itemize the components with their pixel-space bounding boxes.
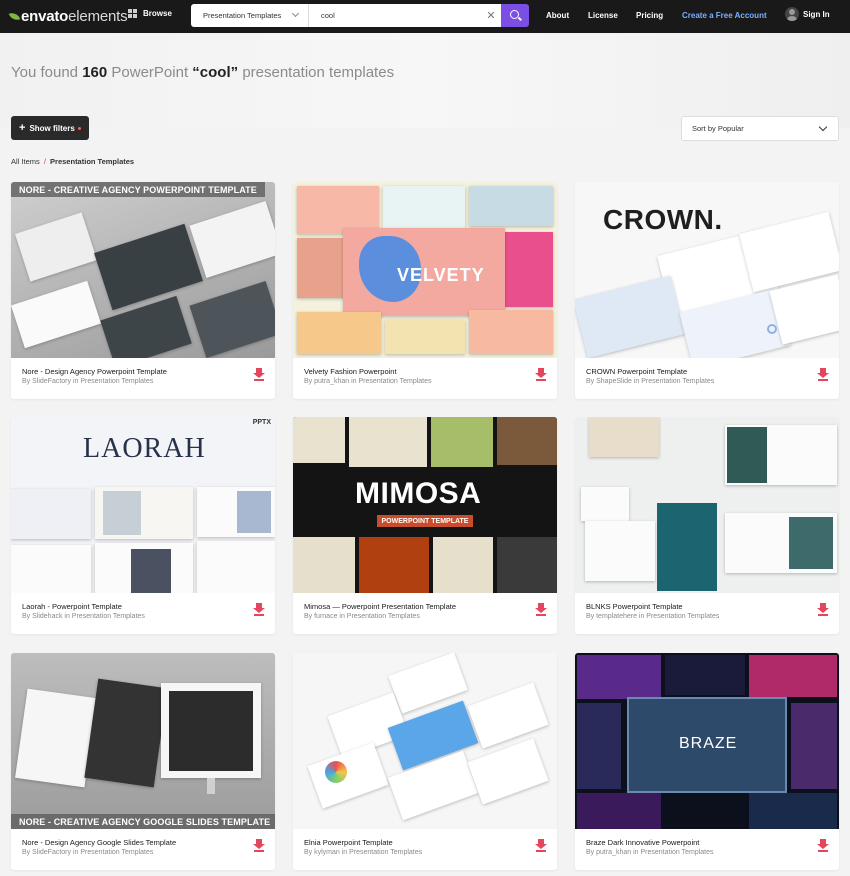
breadcrumb-all-items[interactable]: All Items — [11, 157, 40, 166]
template-card[interactable]: Elnia Powerpoint Template By kylyman in … — [293, 653, 557, 870]
nav-link-pricing[interactable]: Pricing — [636, 11, 663, 20]
thumbnail-title: VELVETY — [397, 265, 485, 285]
template-card[interactable]: MIMOSA POWERPOINT TEMPLATE Mimosa — Powe… — [293, 417, 557, 634]
template-card[interactable]: PPTX LAORAH Laorah - Powerpoint Template… — [11, 417, 275, 634]
card-info: Elnia Powerpoint Template By kylyman in … — [293, 829, 557, 870]
card-byline[interactable]: By templatehere in Presentation Template… — [586, 613, 719, 620]
card-byline[interactable]: By putra_khan in Presentation Templates — [586, 849, 714, 856]
search-category-select[interactable]: Presentation Templates — [191, 4, 309, 27]
filter-dot-icon — [77, 126, 81, 130]
template-card[interactable]: CROWN. CROWN Powerpoint Template By Shap… — [575, 182, 839, 399]
card-title[interactable]: Laorah - Powerpoint Template — [22, 602, 122, 611]
card-info: Velvety Fashion Powerpoint By putra_khan… — [293, 358, 557, 399]
thumbnail-title: BRAZE — [679, 735, 738, 752]
card-title[interactable]: BLNKS Powerpoint Template — [586, 602, 683, 611]
nav-link-about[interactable]: About — [546, 11, 569, 20]
nav-link-license[interactable]: License — [588, 11, 618, 20]
download-icon[interactable] — [535, 839, 547, 852]
template-card[interactable]: NORE - CREATIVE AGENCY GOOGLE SLIDES TEM… — [11, 653, 275, 870]
search-icon — [509, 10, 519, 19]
template-thumbnail[interactable]: MIMOSA POWERPOINT TEMPLATE — [293, 417, 557, 593]
template-card[interactable]: BLNKS Powerpoint Template By templateher… — [575, 417, 839, 634]
sign-in-button[interactable]: Sign In — [785, 7, 830, 21]
download-icon[interactable] — [817, 368, 829, 381]
breadcrumb-current[interactable]: Presentation Templates — [50, 157, 134, 166]
card-byline[interactable]: By SlideFactory in Presentation Template… — [22, 849, 153, 856]
template-thumbnail[interactable]: PPTX LAORAH — [11, 417, 275, 593]
browse-button[interactable]: Browse — [128, 9, 172, 18]
template-card[interactable]: BRAZE Braze Dark Innovative Powerpoint B… — [575, 653, 839, 870]
thumbnail-banner: NORE - CREATIVE AGENCY POWERPOINT TEMPLA… — [11, 182, 265, 197]
user-avatar-icon — [785, 7, 799, 21]
card-title[interactable]: CROWN Powerpoint Template — [586, 367, 687, 376]
download-icon[interactable] — [535, 603, 547, 616]
search-button[interactable] — [501, 4, 529, 27]
card-byline[interactable]: By Slidehack in Presentation Templates — [22, 613, 145, 620]
template-thumbnail[interactable]: NORE - CREATIVE AGENCY POWERPOINT TEMPLA… — [11, 182, 275, 358]
card-info: Nore - Design Agency Google Slides Templ… — [11, 829, 275, 870]
card-info: Mimosa — Powerpoint Presentation Templat… — [293, 593, 557, 634]
template-thumbnail[interactable]: BRAZE — [575, 653, 839, 829]
envato-logo[interactable]: envato elements — [8, 7, 128, 25]
chevron-down-icon — [818, 122, 828, 132]
chevron-down-icon — [291, 9, 300, 18]
card-title[interactable]: Mimosa — Powerpoint Presentation Templat… — [304, 602, 456, 611]
download-icon[interactable] — [253, 603, 265, 616]
card-title[interactable]: Velvety Fashion Powerpoint — [304, 367, 397, 376]
download-icon[interactable] — [253, 368, 265, 381]
sort-select[interactable]: Sort by Popular — [681, 116, 839, 141]
card-info: Nore - Design Agency Powerpoint Template… — [11, 358, 275, 399]
download-icon[interactable] — [535, 368, 547, 381]
card-info: CROWN Powerpoint Template By ShapeSlide … — [575, 358, 839, 399]
create-account-link[interactable]: Create a Free Account — [682, 11, 767, 20]
card-title[interactable]: Nore - Design Agency Powerpoint Template — [22, 367, 167, 376]
template-card[interactable]: NORE - CREATIVE AGENCY POWERPOINT TEMPLA… — [11, 182, 275, 399]
card-info: Laorah - Powerpoint Template By Slidehac… — [11, 593, 275, 634]
thumbnail-title: LAORAH — [83, 433, 206, 464]
template-thumbnail[interactable]: CROWN. — [575, 182, 839, 358]
breadcrumb-separator: / — [43, 157, 46, 166]
top-nav: envato elements Browse Presentation Templ… — [0, 0, 850, 33]
search-bar: Presentation Templates ✕ — [191, 4, 529, 27]
download-icon[interactable] — [253, 839, 265, 852]
card-byline[interactable]: By furnace in Presentation Templates — [304, 613, 420, 620]
thumbnail-subtitle: POWERPOINT TEMPLATE — [377, 515, 473, 527]
card-title[interactable]: Elnia Powerpoint Template — [304, 838, 393, 847]
format-tag: PPTX — [252, 419, 271, 426]
search-input[interactable] — [309, 4, 481, 27]
card-info: BLNKS Powerpoint Template By templateher… — [575, 593, 839, 634]
template-card[interactable]: VELVETY Velvety Fashion Powerpoint By pu… — [293, 182, 557, 399]
show-filters-button[interactable]: + Show filters — [11, 116, 89, 140]
card-byline[interactable]: By SlideFactory in Presentation Template… — [22, 378, 153, 385]
leaf-icon — [8, 10, 21, 22]
download-icon[interactable] — [817, 839, 829, 852]
breadcrumb: All Items / Presentation Templates — [11, 157, 134, 166]
plus-icon: + — [19, 122, 26, 134]
card-byline[interactable]: By ShapeSlide in Presentation Templates — [586, 378, 714, 385]
card-byline[interactable]: By putra_khan in Presentation Templates — [304, 378, 432, 385]
card-title[interactable]: Braze Dark Innovative Powerpoint — [586, 838, 699, 847]
card-info: Braze Dark Innovative Powerpoint By putr… — [575, 829, 839, 870]
download-icon[interactable] — [817, 603, 829, 616]
grid-icon — [128, 9, 137, 18]
template-thumbnail[interactable] — [293, 653, 557, 829]
thumbnail-title: MIMOSA — [355, 477, 482, 510]
card-byline[interactable]: By kylyman in Presentation Templates — [304, 849, 422, 856]
results-headline: You found 160 PowerPoint “cool” presenta… — [11, 64, 395, 81]
thumbnail-banner: NORE - CREATIVE AGENCY GOOGLE SLIDES TEM… — [11, 814, 275, 829]
clear-search-icon[interactable]: ✕ — [481, 4, 501, 27]
template-thumbnail[interactable]: NORE - CREATIVE AGENCY GOOGLE SLIDES TEM… — [11, 653, 275, 829]
card-title[interactable]: Nore - Design Agency Google Slides Templ… — [22, 838, 176, 847]
template-thumbnail[interactable] — [575, 417, 839, 593]
thumbnail-title: CROWN. — [603, 204, 723, 235]
template-thumbnail[interactable]: VELVETY — [293, 182, 557, 358]
